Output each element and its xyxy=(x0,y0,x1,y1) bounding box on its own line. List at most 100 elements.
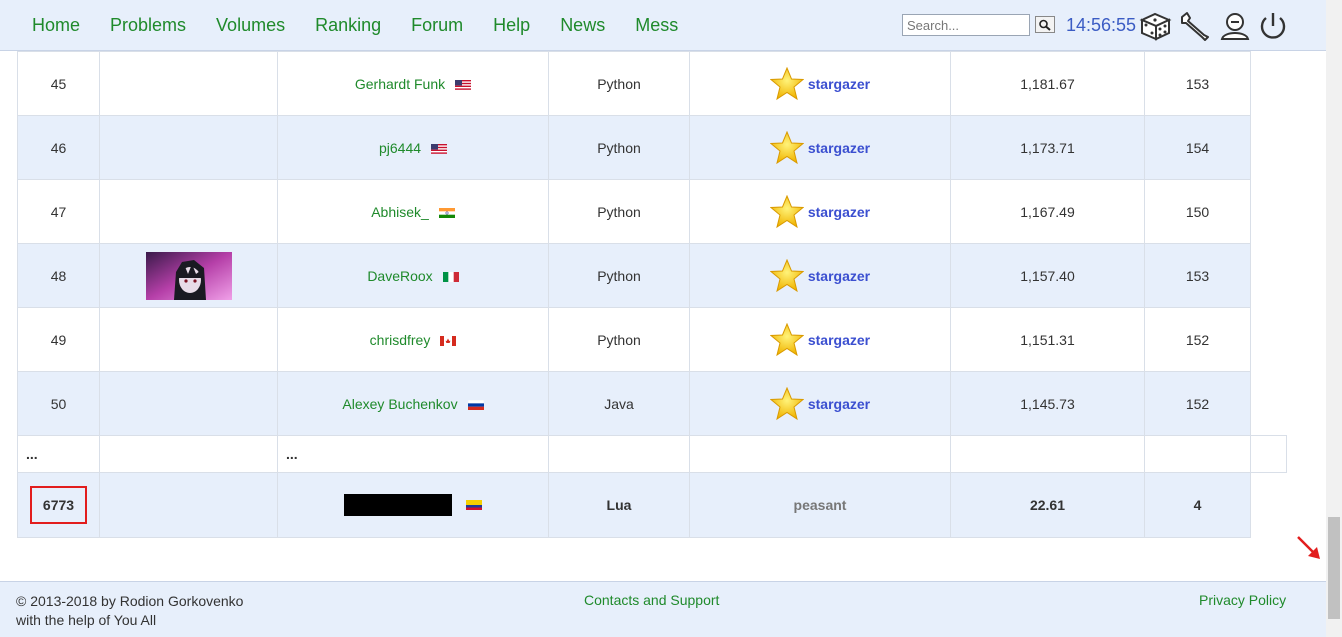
user-link[interactable]: DaveRoox xyxy=(367,268,432,284)
avatar-cell xyxy=(99,179,278,244)
user-cell: chrisdfrey xyxy=(277,307,549,372)
red-arrow-annotation xyxy=(1297,536,1320,559)
rank-link[interactable]: stargazer xyxy=(808,268,870,284)
rank-cell: stargazer xyxy=(689,51,951,116)
rank-cell: stargazer xyxy=(689,243,951,308)
score-cell: 1,145.73 xyxy=(950,371,1145,436)
user-cell: Abhisek_ xyxy=(277,179,549,244)
nav-forum[interactable]: Forum xyxy=(411,15,463,36)
user-icon[interactable] xyxy=(1218,11,1252,41)
language-cell: Python xyxy=(548,179,690,244)
score-cell: 1,181.67 xyxy=(950,51,1145,116)
user-cell: Alexey Buchenkov xyxy=(277,371,549,436)
star-icon xyxy=(769,66,804,100)
position-cell: 50 xyxy=(17,371,100,436)
user-link[interactable]: Alexey Buchenkov xyxy=(342,396,457,412)
table-row: 49 chrisdfrey Python stargazer 1,151.31 152 xyxy=(17,307,1287,372)
position-cell: 49 xyxy=(17,307,100,372)
scrollbar-thumb[interactable] xyxy=(1328,517,1340,619)
rank-link[interactable]: stargazer xyxy=(808,332,870,348)
flag-icon xyxy=(465,500,482,510)
rank-link[interactable]: stargazer xyxy=(808,396,870,412)
avatar xyxy=(145,251,232,300)
language-cell: Java xyxy=(548,371,690,436)
nav-news[interactable]: News xyxy=(560,15,605,36)
language-cell: Python xyxy=(548,243,690,308)
score-cell: 1,151.31 xyxy=(950,307,1145,372)
server-clock: 14:56:55 xyxy=(1066,15,1137,35)
rank-link[interactable]: stargazer xyxy=(808,76,870,92)
current-user-solved: 4 xyxy=(1144,472,1251,538)
nav-problems[interactable]: Problems xyxy=(110,15,186,36)
ranking-table: 45 Gerhardt Funk Python stargazer 1,181.67 15… xyxy=(17,51,1287,538)
user-cell: pj6444 xyxy=(277,115,549,180)
flag-icon xyxy=(467,399,484,410)
solved-cell: 152 xyxy=(1144,371,1251,436)
user-link[interactable]: Abhisek_ xyxy=(371,204,429,220)
avatar-cell xyxy=(99,115,278,180)
nav-volumes[interactable]: Volumes xyxy=(216,15,285,36)
solved-cell: 154 xyxy=(1144,115,1251,180)
search-icon xyxy=(1039,19,1051,31)
rank-cell: stargazer xyxy=(689,179,951,244)
current-user-rank: peasant xyxy=(793,497,847,513)
position-cell: 46 xyxy=(17,115,100,180)
score-cell: 1,173.71 xyxy=(950,115,1145,180)
rank-cell: stargazer xyxy=(689,115,951,180)
current-user-row: 6773 Lua peasant 22.61 4 xyxy=(17,472,1287,538)
search-button[interactable] xyxy=(1035,16,1055,33)
current-user-position: 6773 xyxy=(29,486,88,524)
star-icon xyxy=(769,194,804,228)
dice-icon[interactable] xyxy=(1138,11,1172,41)
ellipsis-cell: ... xyxy=(277,435,549,473)
solved-cell: 153 xyxy=(1144,243,1251,308)
table-row: 46 pj6444 Python stargazer 1,173.71 154 xyxy=(17,115,1287,180)
power-icon[interactable] xyxy=(1256,11,1290,41)
contacts-link[interactable]: Contacts and Support xyxy=(584,592,719,608)
solved-cell: 152 xyxy=(1144,307,1251,372)
current-user-language: Lua xyxy=(548,472,690,538)
flag-icon xyxy=(455,79,472,90)
user-link[interactable]: Gerhardt Funk xyxy=(355,76,445,92)
table-row: 47 Abhisek_ Python stargazer 1,167.49 150 xyxy=(17,179,1287,244)
language-cell: Python xyxy=(548,307,690,372)
rank-cell: stargazer xyxy=(689,307,951,372)
ellipsis-row: ... ... xyxy=(17,435,1287,473)
position-cell: 45 xyxy=(17,51,100,116)
flag-icon xyxy=(442,271,459,282)
nav-ranking[interactable]: Ranking xyxy=(315,15,381,36)
avatar-cell xyxy=(99,243,278,308)
user-link[interactable]: chrisdfrey xyxy=(370,332,431,348)
nav-help[interactable]: Help xyxy=(493,15,530,36)
table-row: 50 Alexey Buchenkov Java stargazer 1,145.73 1… xyxy=(17,371,1287,436)
star-icon xyxy=(769,322,804,356)
position-cell: 48 xyxy=(17,243,100,308)
footer: © 2013-2018 by Rodion Gorkovenko with th… xyxy=(0,581,1326,637)
table-row: 45 Gerhardt Funk Python stargazer 1,181.67 15… xyxy=(17,51,1287,116)
solved-cell: 150 xyxy=(1144,179,1251,244)
avatar-cell xyxy=(99,371,278,436)
solved-cell: 153 xyxy=(1144,51,1251,116)
top-navigation-bar: Home Problems Volumes Ranking Forum Help… xyxy=(0,0,1326,51)
ellipsis-cell: ... xyxy=(17,435,100,473)
wrench-icon[interactable] xyxy=(1178,11,1212,41)
position-cell: 47 xyxy=(17,179,100,244)
star-icon xyxy=(769,386,804,420)
user-link[interactable]: pj6444 xyxy=(379,140,421,156)
user-cell: DaveRoox xyxy=(277,243,549,308)
table-row: 48 DaveRoox Python stargazer 1,157.40 153 xyxy=(17,243,1287,308)
current-user-score: 22.61 xyxy=(950,472,1145,538)
score-cell: 1,167.49 xyxy=(950,179,1145,244)
rank-link[interactable]: stargazer xyxy=(808,204,870,220)
flag-icon xyxy=(438,207,455,218)
star-icon xyxy=(769,258,804,292)
nav-mess[interactable]: Mess xyxy=(635,15,678,36)
rank-link[interactable]: stargazer xyxy=(808,140,870,156)
privacy-link[interactable]: Privacy Policy xyxy=(1199,592,1286,608)
flag-icon xyxy=(440,335,457,346)
flag-icon xyxy=(431,143,448,154)
search-input[interactable] xyxy=(902,14,1030,36)
nav-home[interactable]: Home xyxy=(32,15,80,36)
copyright: © 2013-2018 by Rodion Gorkovenko with th… xyxy=(16,593,244,628)
main-menu: Home Problems Volumes Ranking Forum Help… xyxy=(32,0,708,51)
